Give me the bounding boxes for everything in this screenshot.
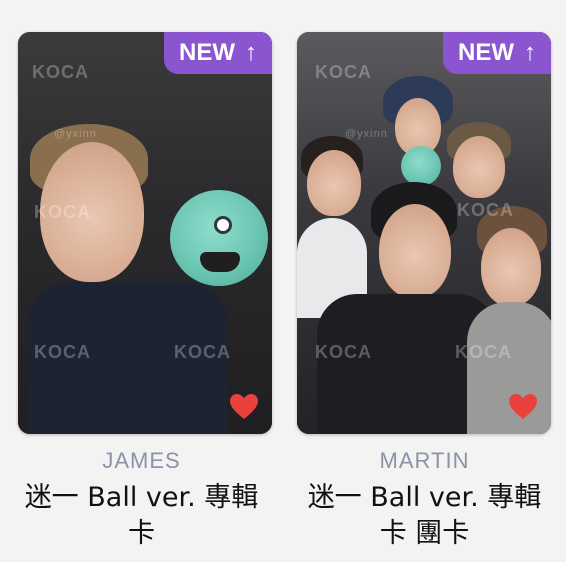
watermark-text: KOCA	[32, 62, 89, 82]
watermark-text: KOCA	[315, 62, 372, 82]
new-badge-label: NEW	[179, 39, 235, 66]
watermark-text: KOCA	[457, 200, 514, 220]
person-face	[379, 204, 451, 298]
arrow-up-icon: ↑	[245, 39, 257, 66]
person-face	[481, 228, 541, 306]
watermark-handle: @yxinn	[345, 128, 388, 140]
photocard-image[interactable]: KOCA KOCA KOCA KOCA @yxinn NEW ↑	[18, 32, 272, 434]
watermark-text: KOCA	[34, 342, 91, 362]
heart-icon[interactable]	[509, 394, 537, 420]
plush-mouth	[200, 252, 240, 272]
person-face	[307, 150, 361, 216]
photocard-image[interactable]: KOCA KOCA KOCA KOCA @yxinn NEW ↑	[297, 32, 551, 434]
plush-eye	[214, 216, 232, 234]
product-title-line: 卡 團卡	[379, 518, 470, 549]
new-badge: NEW ↑	[443, 32, 551, 74]
member-name: JAMES	[102, 448, 181, 473]
product-title-line: 迷一 Ball ver. 專輯	[307, 482, 542, 513]
new-badge-label: NEW	[458, 39, 514, 66]
watermark-text: KOCA	[174, 342, 231, 362]
watermark-text: KOCA	[34, 202, 91, 222]
product-title[interactable]: 迷一 Ball ver. 專輯 卡 團卡	[293, 480, 556, 552]
watermark-text: KOCA	[455, 342, 512, 362]
heart-icon[interactable]	[230, 394, 258, 420]
product-card-martin[interactable]: KOCA KOCA KOCA KOCA @yxinn NEW ↑ MARTIN …	[283, 0, 566, 562]
new-badge: NEW ↑	[164, 32, 272, 74]
product-title-line: 迷一 Ball ver. 專輯	[24, 482, 259, 513]
person-face	[453, 136, 505, 198]
plush-toy	[401, 146, 441, 186]
product-title-line: 卡	[128, 518, 155, 549]
arrow-up-icon: ↑	[524, 39, 536, 66]
product-grid: KOCA KOCA KOCA KOCA @yxinn NEW ↑ JAMES 迷…	[0, 0, 566, 562]
member-name: MARTIN	[379, 448, 470, 473]
product-card-james[interactable]: KOCA KOCA KOCA KOCA @yxinn NEW ↑ JAMES 迷…	[0, 0, 283, 562]
watermark-text: KOCA	[315, 342, 372, 362]
watermark-handle: @yxinn	[54, 128, 97, 140]
product-title[interactable]: 迷一 Ball ver. 專輯 卡	[10, 480, 273, 552]
